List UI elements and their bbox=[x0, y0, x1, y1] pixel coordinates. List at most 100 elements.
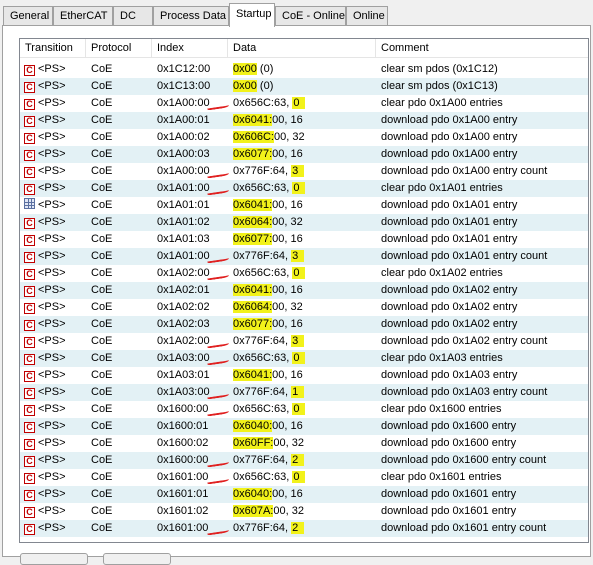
index-cell: 0x1600:00 bbox=[157, 454, 209, 466]
table-row[interactable]: C <PS> CoE 0x1A02:00 0x776F:64, 3 download pd… bbox=[20, 333, 588, 350]
table-row[interactable]: C <PS> CoE 0x1A02:03 0x6077:00, 16 download p… bbox=[20, 316, 588, 333]
coe-command-icon: C bbox=[24, 218, 35, 229]
table-row[interactable]: C <PS> CoE 0x1A00:00 0x656C:63, 0 clear pdo 0… bbox=[20, 95, 588, 112]
coe-command-icon: C bbox=[24, 354, 35, 365]
table-row[interactable]: C <PS> CoE 0x1C13:00 0x00 (0) clear sm pdos (… bbox=[20, 78, 588, 95]
protocol-cell: CoE bbox=[91, 301, 113, 313]
comment-cell: download pdo 0x1A02 entry bbox=[381, 284, 518, 296]
table-row[interactable]: C <PS> CoE 0x1601:01 0x6040:00, 16 download p… bbox=[20, 486, 588, 503]
data-cell: 0x6064:00, 32 bbox=[233, 214, 303, 231]
transition-cell: C <PS> bbox=[24, 503, 66, 520]
tab-dc[interactable]: DC bbox=[113, 6, 153, 25]
grid-entry-icon bbox=[24, 198, 35, 209]
red-annotation-mark bbox=[206, 339, 230, 349]
data-cell: 0x776F:64, 2 bbox=[206, 452, 305, 469]
data-value: 0x656C:63, bbox=[233, 182, 293, 194]
coe-command-icon: C bbox=[24, 133, 35, 144]
tab-ethercat[interactable]: EtherCAT bbox=[53, 6, 113, 25]
transition-label: <PS> bbox=[38, 437, 66, 449]
bottom-button-left[interactable] bbox=[20, 553, 88, 565]
transition-cell: C <PS> bbox=[24, 367, 66, 384]
data-highlight: 3 bbox=[291, 250, 305, 262]
transition-label: <PS> bbox=[38, 420, 66, 432]
data-cell: 0x776F:64, 3 bbox=[206, 248, 305, 265]
data-highlight: 3 bbox=[291, 335, 305, 347]
protocol-cell: CoE bbox=[91, 318, 113, 330]
data-cell: 0x776F:64, 3 bbox=[206, 333, 305, 350]
coe-command-icon: C bbox=[24, 303, 35, 314]
table-row[interactable]: C <PS> CoE 0x1A03:00 0x776F:64, 1 download pd… bbox=[20, 384, 588, 401]
table-row[interactable]: C <PS> CoE 0x1A01:03 0x6077:00, 16 download p… bbox=[20, 231, 588, 248]
table-row[interactable]: C <PS> CoE 0x1600:00 0x656C:63, 0 clear pdo 0… bbox=[20, 401, 588, 418]
table-row[interactable]: C <PS> CoE 0x1601:02 0x607A:00, 32 download p… bbox=[20, 503, 588, 520]
column-header-transition[interactable]: Transition bbox=[20, 39, 86, 58]
data-cell: 0x6077:00, 16 bbox=[233, 316, 303, 333]
table-row[interactable]: C <PS> CoE 0x1C12:00 0x00 (0) clear sm pdos (… bbox=[20, 61, 588, 78]
transition-label: <PS> bbox=[38, 267, 66, 279]
data-value: 00, 32 bbox=[273, 437, 304, 449]
data-value: (0) bbox=[256, 63, 274, 75]
transition-cell: C <PS> bbox=[24, 435, 66, 452]
comment-cell: download pdo 0x1A02 entry bbox=[381, 318, 518, 330]
tab-general[interactable]: General bbox=[3, 6, 53, 25]
comment-cell: download pdo 0x1600 entry bbox=[381, 437, 517, 449]
table-row[interactable]: C <PS> CoE 0x1601:00 0x776F:64, 2 download pd… bbox=[20, 520, 588, 537]
data-value: 00, 16 bbox=[272, 148, 303, 160]
transition-cell: C <PS> bbox=[24, 282, 66, 299]
table-row[interactable]: C <PS> CoE 0x1A03:00 0x656C:63, 0 clear pdo 0… bbox=[20, 350, 588, 367]
index-cell: 0x1A01:02 bbox=[157, 216, 210, 228]
table-row[interactable]: C <PS> CoE 0x1601:00 0x656C:63, 0 clear pdo 0… bbox=[20, 469, 588, 486]
comment-cell: clear pdo 0x1600 entries bbox=[381, 403, 502, 415]
table-row[interactable]: C <PS> CoE 0x1600:01 0x6040:00, 16 download p… bbox=[20, 418, 588, 435]
protocol-cell: CoE bbox=[91, 131, 113, 143]
table-row[interactable]: C <PS> CoE 0x1A03:01 0x6041:00, 16 download p… bbox=[20, 367, 588, 384]
index-cell: 0x1A01:03 bbox=[157, 233, 210, 245]
protocol-cell: CoE bbox=[91, 148, 113, 160]
transition-cell: C <PS> bbox=[24, 95, 66, 112]
data-highlight: 3 bbox=[291, 165, 305, 177]
coe-command-icon: C bbox=[24, 269, 35, 280]
coe-command-icon: C bbox=[24, 456, 35, 467]
table-row[interactable]: C <PS> CoE 0x1A02:00 0x656C:63, 0 clear pdo 0… bbox=[20, 265, 588, 282]
bottom-button-right[interactable] bbox=[103, 553, 171, 565]
table-row[interactable]: C <PS> CoE 0x1A01:00 0x776F:64, 3 download pd… bbox=[20, 248, 588, 265]
transition-label: <PS> bbox=[38, 454, 66, 466]
column-header-index[interactable]: Index bbox=[152, 39, 228, 58]
index-cell: 0x1601:00 bbox=[157, 522, 209, 534]
data-value: (0) bbox=[256, 80, 274, 92]
data-highlight: 0 bbox=[292, 352, 306, 364]
data-cell: 0x776F:64, 2 bbox=[206, 520, 305, 537]
table-row[interactable]: C <PS> CoE 0x1A00:02 0x606C:00, 32 download p… bbox=[20, 129, 588, 146]
transition-cell: C <PS> bbox=[24, 112, 66, 129]
table-row[interactable]: <PS> CoE 0x1A01:01 0x6041:00, 16 download pd… bbox=[20, 197, 588, 214]
table-row[interactable]: C <PS> CoE 0x1600:00 0x776F:64, 2 download pd… bbox=[20, 452, 588, 469]
startup-list[interactable]: Transition Protocol Index Data Comment C… bbox=[19, 38, 589, 543]
table-row[interactable]: C <PS> CoE 0x1A02:01 0x6041:00, 16 download p… bbox=[20, 282, 588, 299]
table-row[interactable]: C <PS> CoE 0x1A00:01 0x6041:00, 16 download p… bbox=[20, 112, 588, 129]
data-value: 00, 32 bbox=[273, 505, 304, 517]
table-row[interactable]: C <PS> CoE 0x1A01:00 0x656C:63, 0 clear pdo 0… bbox=[20, 180, 588, 197]
transition-cell: C <PS> bbox=[24, 146, 66, 163]
table-row[interactable]: C <PS> CoE 0x1A01:02 0x6064:00, 32 download p… bbox=[20, 214, 588, 231]
transition-cell: C <PS> bbox=[24, 129, 66, 146]
tab-coe-online[interactable]: CoE - Online bbox=[275, 6, 346, 25]
data-value: 0x776F:64, bbox=[233, 454, 292, 466]
table-row[interactable]: C <PS> CoE 0x1A00:00 0x776F:64, 3 download pd… bbox=[20, 163, 588, 180]
table-row[interactable]: C <PS> CoE 0x1A02:02 0x6064:00, 32 download p… bbox=[20, 299, 588, 316]
column-header-protocol[interactable]: Protocol bbox=[86, 39, 152, 58]
tab-online[interactable]: Online bbox=[346, 6, 388, 25]
index-cell: 0x1A02:02 bbox=[157, 301, 210, 313]
tab-startup[interactable]: Startup bbox=[229, 3, 275, 27]
data-cell: 0x656C:63, 0 bbox=[206, 265, 306, 282]
table-row[interactable]: C <PS> CoE 0x1A00:03 0x6077:00, 16 download p… bbox=[20, 146, 588, 163]
column-header-data[interactable]: Data bbox=[228, 39, 376, 58]
transition-cell: C <PS> bbox=[24, 316, 66, 333]
coe-command-icon: C bbox=[24, 184, 35, 195]
column-header-comment[interactable]: Comment bbox=[376, 39, 588, 58]
protocol-cell: CoE bbox=[91, 488, 113, 500]
index-cell: 0x1A00:01 bbox=[157, 114, 210, 126]
table-row[interactable]: C <PS> CoE 0x1600:02 0x60FF:00, 32 download p… bbox=[20, 435, 588, 452]
tab-process-data[interactable]: Process Data bbox=[153, 6, 229, 25]
comment-cell: download pdo 0x1A01 entry bbox=[381, 216, 518, 228]
data-cell: 0x776F:64, 3 bbox=[206, 163, 305, 180]
